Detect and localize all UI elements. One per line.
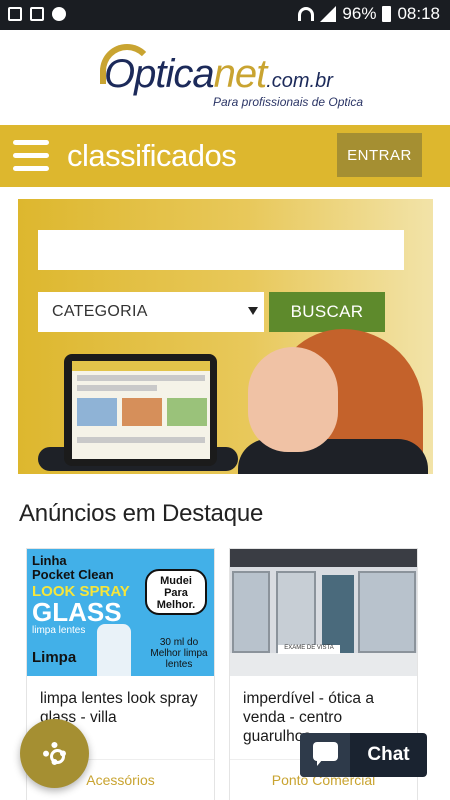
promo-line-2: Pocket Clean <box>32 567 114 582</box>
site-logo[interactable]: Opticanet.com.br Para profissionais de O… <box>100 40 364 120</box>
menu-icon[interactable] <box>13 140 49 172</box>
logo-main: Optica <box>104 52 215 96</box>
settings-fab[interactable] <box>20 719 89 788</box>
chat-label: Chat <box>367 744 410 765</box>
battery-icon <box>382 6 392 22</box>
chat-button[interactable]: Chat <box>300 733 427 777</box>
flipboard-icon <box>30 7 44 21</box>
logo-accent: net <box>213 52 268 96</box>
promo-bubble: Mudei Para Melhor. <box>145 569 207 615</box>
logo-wordmark: Opticanet.com.br <box>104 52 333 97</box>
clock: 08:18 <box>397 4 440 23</box>
status-bar: 96% 08:18 <box>0 0 450 30</box>
listing-image[interactable]: EXAME DE VISTA <box>230 549 417 676</box>
logo-domain: .com.br <box>266 70 333 92</box>
signal-icon <box>320 6 337 22</box>
nav-bar: classificados ENTRAR <box>0 125 450 187</box>
battery-percent: 96% <box>342 4 377 23</box>
caret-down-icon <box>248 307 258 315</box>
promo-line-1: Linha <box>32 553 67 568</box>
spray-bottle-icon <box>97 624 131 676</box>
category-select[interactable]: CATEGORIA <box>38 292 264 332</box>
tablet-illustration <box>64 354 217 466</box>
search-button[interactable]: BUSCAR <box>269 292 385 332</box>
chat-bubble-icon <box>313 742 338 766</box>
nav-title: classificados <box>67 138 237 173</box>
gear-icon <box>43 742 66 765</box>
promo-ml-text: 30 ml do Melhor limpa lentes <box>150 637 208 670</box>
promo-line-5: limpa lentes <box>32 625 86 636</box>
category-select-value: CATEGORIA <box>52 303 148 320</box>
brand-header: Opticanet.com.br Para profissionais de O… <box>0 30 450 125</box>
hero-woman-illustration <box>38 329 428 474</box>
settings-dot-icon <box>52 7 66 21</box>
promo-line-6: Limpa <box>32 649 77 666</box>
login-button[interactable]: ENTRAR <box>337 133 422 177</box>
gallery-icon <box>8 7 22 21</box>
search-input[interactable] <box>38 230 404 270</box>
listing-image[interactable]: Linha Pocket Clean LOOK SPRAY GLASS limpa… <box>27 549 214 676</box>
featured-heading: Anúncios em Destaque <box>19 500 264 527</box>
logo-tagline: Para profissionais de Optica <box>213 95 364 109</box>
wifi-icon <box>298 7 315 21</box>
store-sign: EXAME DE VISTA <box>278 645 340 654</box>
hero-search-panel: CATEGORIA BUSCAR <box>18 199 433 474</box>
